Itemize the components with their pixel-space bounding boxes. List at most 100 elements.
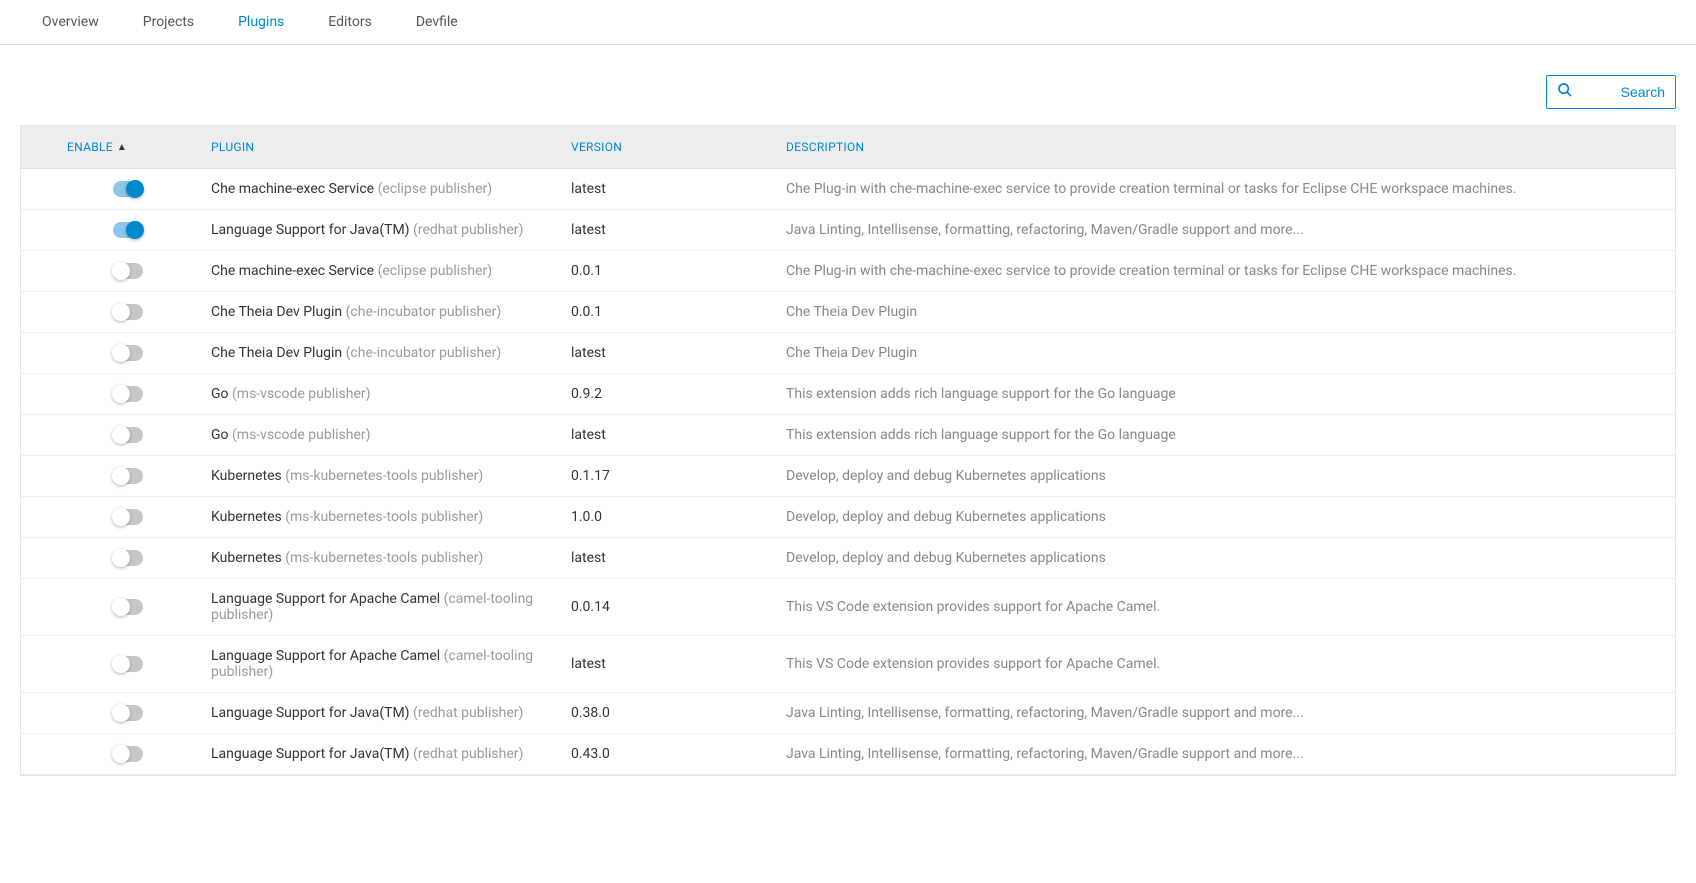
cell-description: Java Linting, Intellisense, formatting, … (786, 705, 1675, 721)
header-plugin[interactable]: PLUGIN (211, 140, 571, 154)
cell-description: Develop, deploy and debug Kubernetes app… (786, 550, 1675, 566)
enable-toggle[interactable] (113, 222, 143, 238)
plugin-name: Go (211, 386, 232, 402)
enable-toggle[interactable] (113, 468, 143, 484)
enable-toggle[interactable] (113, 386, 143, 402)
cell-plugin: Go (ms-vscode publisher) (211, 386, 571, 402)
cell-enable (21, 509, 211, 525)
cell-enable (21, 181, 211, 197)
enable-toggle[interactable] (113, 181, 143, 197)
plugin-name: Language Support for Apache Camel (211, 648, 444, 664)
plugin-name: Che machine-exec Service (211, 263, 378, 279)
enable-toggle[interactable] (113, 656, 143, 672)
plugin-name: Language Support for Java(TM) (211, 746, 413, 762)
header-enable[interactable]: ENABLE ▲ (21, 140, 211, 154)
cell-plugin: Language Support for Java(TM) (redhat pu… (211, 222, 571, 238)
cell-version: 0.9.2 (571, 386, 786, 402)
cell-plugin: Language Support for Java(TM) (redhat pu… (211, 746, 571, 762)
tab-overview[interactable]: Overview (20, 0, 121, 44)
plugin-name: Che machine-exec Service (211, 181, 378, 197)
tab-bar: OverviewProjectsPluginsEditorsDevfile (0, 0, 1696, 45)
toggle-knob (112, 549, 130, 567)
toggle-knob (112, 655, 130, 673)
plugin-name: Kubernetes (211, 509, 285, 525)
cell-enable (21, 468, 211, 484)
cell-description: This VS Code extension provides support … (786, 599, 1675, 615)
table-row: Language Support for Java(TM) (redhat pu… (21, 734, 1675, 775)
cell-enable (21, 656, 211, 672)
enable-toggle[interactable] (113, 304, 143, 320)
search-input[interactable] (1595, 84, 1665, 100)
header-enable-label: ENABLE (67, 140, 113, 154)
cell-version: latest (571, 550, 786, 566)
plugin-name: Che Theia Dev Plugin (211, 345, 346, 361)
cell-enable (21, 345, 211, 361)
cell-description: This VS Code extension provides support … (786, 656, 1675, 672)
toggle-knob (112, 303, 130, 321)
tab-plugins[interactable]: Plugins (216, 0, 306, 44)
cell-version: 0.0.14 (571, 599, 786, 615)
toggle-knob (112, 745, 130, 763)
cell-plugin: Che machine-exec Service (eclipse publis… (211, 263, 571, 279)
search-icon (1557, 82, 1573, 102)
table-row: Che machine-exec Service (eclipse publis… (21, 251, 1675, 292)
toggle-knob (112, 344, 130, 362)
cell-description: Che Plug-in with che-machine-exec servic… (786, 263, 1675, 279)
toggle-knob (112, 385, 130, 403)
enable-toggle[interactable] (113, 345, 143, 361)
cell-version: 0.38.0 (571, 705, 786, 721)
cell-description: Develop, deploy and debug Kubernetes app… (786, 509, 1675, 525)
plugin-publisher: (redhat publisher) (413, 705, 523, 721)
table-row: Kubernetes (ms-kubernetes-tools publishe… (21, 538, 1675, 579)
enable-toggle[interactable] (113, 746, 143, 762)
tab-projects[interactable]: Projects (121, 0, 216, 44)
plugin-publisher: (eclipse publisher) (378, 263, 493, 279)
cell-version: 1.0.0 (571, 509, 786, 525)
cell-plugin: Che Theia Dev Plugin (che-incubator publ… (211, 345, 571, 361)
enable-toggle[interactable] (113, 599, 143, 615)
toggle-knob (112, 426, 130, 444)
enable-toggle[interactable] (113, 427, 143, 443)
header-description[interactable]: DESCRIPTION (786, 140, 1675, 154)
table-row: Go (ms-vscode publisher)latestThis exten… (21, 415, 1675, 456)
search-box[interactable] (1546, 75, 1676, 109)
cell-enable (21, 550, 211, 566)
enable-toggle[interactable] (113, 705, 143, 721)
cell-version: latest (571, 181, 786, 197)
cell-version: latest (571, 656, 786, 672)
plugin-publisher: (che-incubator publisher) (346, 304, 502, 320)
cell-plugin: Kubernetes (ms-kubernetes-tools publishe… (211, 468, 571, 484)
tab-devfile[interactable]: Devfile (394, 0, 480, 44)
enable-toggle[interactable] (113, 509, 143, 525)
cell-enable (21, 222, 211, 238)
enable-toggle[interactable] (113, 550, 143, 566)
tab-editors[interactable]: Editors (306, 0, 394, 44)
header-version[interactable]: VERSION (571, 140, 786, 154)
plugin-publisher: (ms-kubernetes-tools publisher) (285, 468, 483, 484)
plugin-publisher: (redhat publisher) (413, 746, 523, 762)
plugins-table: ENABLE ▲ PLUGIN VERSION DESCRIPTION Che … (20, 125, 1676, 776)
cell-version: 0.0.1 (571, 263, 786, 279)
toggle-knob (112, 262, 130, 280)
cell-version: latest (571, 427, 786, 443)
cell-plugin: Kubernetes (ms-kubernetes-tools publishe… (211, 550, 571, 566)
enable-toggle[interactable] (113, 263, 143, 279)
cell-description: Che Theia Dev Plugin (786, 345, 1675, 361)
cell-version: 0.0.1 (571, 304, 786, 320)
plugin-name: Kubernetes (211, 550, 285, 566)
table-row: Language Support for Apache Camel (camel… (21, 579, 1675, 636)
table-row: Language Support for Apache Camel (camel… (21, 636, 1675, 693)
plugin-publisher: (eclipse publisher) (378, 181, 493, 197)
toggle-knob (112, 704, 130, 722)
table-row: Che Theia Dev Plugin (che-incubator publ… (21, 292, 1675, 333)
cell-plugin: Language Support for Apache Camel (camel… (211, 648, 571, 680)
table-row: Che machine-exec Service (eclipse publis… (21, 169, 1675, 210)
toggle-knob (126, 221, 144, 239)
cell-plugin: Che Theia Dev Plugin (che-incubator publ… (211, 304, 571, 320)
table-row: Kubernetes (ms-kubernetes-tools publishe… (21, 456, 1675, 497)
toggle-knob (112, 598, 130, 616)
cell-enable (21, 386, 211, 402)
cell-description: Che Plug-in with che-machine-exec servic… (786, 181, 1675, 197)
cell-version: 0.1.17 (571, 468, 786, 484)
plugin-publisher: (ms-vscode publisher) (232, 427, 371, 443)
